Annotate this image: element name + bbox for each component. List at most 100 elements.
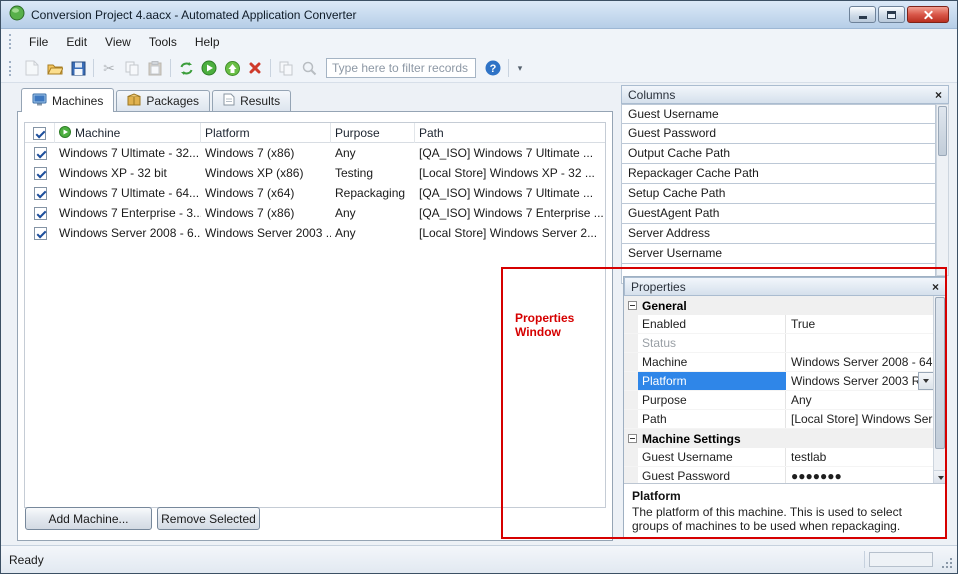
cut-button[interactable]: ✂ — [98, 57, 120, 79]
machine-cell: Windows 7 Ultimate - 64... — [55, 186, 201, 200]
toolbar-grip-handle[interactable] — [9, 61, 12, 76]
platform-cell: Windows 7 (x86) — [201, 206, 331, 220]
add-machine-button[interactable]: Add Machine... — [25, 507, 152, 530]
platform-dropdown-button[interactable] — [918, 372, 934, 390]
column-item[interactable]: Guest Password — [621, 124, 936, 144]
property-name: Enabled — [638, 315, 786, 333]
menu-help[interactable]: Help — [186, 32, 229, 52]
table-row[interactable]: Windows XP - 32 bit Windows XP (x86) Tes… — [25, 163, 605, 183]
new-button[interactable] — [21, 57, 43, 79]
path-column-header[interactable]: Path — [415, 123, 605, 143]
chevron-down-icon — [923, 379, 929, 383]
column-item[interactable]: GuestAgent Path — [621, 204, 936, 224]
table-row[interactable]: Windows 7 Enterprise - 3... Windows 7 (x… — [25, 203, 605, 223]
property-value[interactable]: Any — [786, 391, 934, 409]
help-button[interactable]: ? — [482, 57, 504, 79]
refresh-button[interactable] — [175, 57, 197, 79]
menu-tools[interactable]: Tools — [140, 32, 186, 52]
select-all-checkbox[interactable] — [33, 127, 46, 140]
row-checkbox[interactable] — [34, 207, 47, 220]
group-row-machine-settings[interactable]: Machine Settings — [624, 429, 934, 448]
row-checkbox[interactable] — [34, 147, 47, 160]
columns-panel: Columns × Guest Username Guest Password … — [621, 85, 949, 285]
machine-column-header[interactable]: Machine — [55, 123, 201, 143]
purpose-column-header[interactable]: Purpose — [331, 123, 415, 143]
purpose-cell: Any — [331, 146, 415, 160]
property-row-path[interactable]: Path [Local Store] Windows Ser — [624, 410, 934, 429]
minimize-button[interactable] — [849, 6, 876, 23]
machine-table-header: Machine Platform Purpose Path — [25, 123, 605, 143]
column-item[interactable]: Repackager Cache Path — [621, 164, 936, 184]
column-item[interactable]: Output Cache Path — [621, 144, 936, 164]
tab-packages[interactable]: Packages — [116, 90, 210, 111]
table-row[interactable]: Windows 7 Ultimate - 32... Windows 7 (x8… — [25, 143, 605, 163]
close-icon — [923, 9, 934, 20]
help-icon: ? — [485, 60, 501, 76]
column-item[interactable]: Guest Username — [621, 104, 936, 124]
refresh-arrows-icon — [179, 61, 194, 76]
properties-panel-header[interactable]: Properties × — [624, 277, 946, 296]
table-row[interactable]: Windows 7 Ultimate - 64... Windows 7 (x6… — [25, 183, 605, 203]
save-button[interactable] — [67, 57, 89, 79]
table-row[interactable]: Windows Server 2008 - 6... Windows Serve… — [25, 223, 605, 243]
remove-selected-button[interactable]: Remove Selected — [157, 507, 260, 530]
property-value[interactable]: Windows Server 2003 R — [786, 372, 934, 390]
close-icon[interactable]: × — [932, 280, 939, 294]
stop-button[interactable] — [244, 57, 266, 79]
column-item[interactable]: Server Username — [621, 244, 936, 264]
property-value[interactable]: [Local Store] Windows Ser — [786, 410, 934, 428]
menu-view[interactable]: View — [96, 32, 140, 52]
menu-file[interactable]: File — [20, 32, 57, 52]
run-button[interactable] — [198, 57, 220, 79]
app-window: Conversion Project 4.aacx - Automated Ap… — [0, 0, 958, 574]
property-row-enabled[interactable]: Enabled True — [624, 315, 934, 334]
properties-scrollbar[interactable] — [933, 296, 946, 485]
zoom-button[interactable] — [298, 57, 320, 79]
resize-grip[interactable] — [941, 557, 954, 570]
property-row-status[interactable]: Status — [624, 334, 934, 353]
properties-panel-title: Properties — [631, 280, 686, 294]
filter-records-input[interactable] — [326, 58, 476, 78]
scrollbar-thumb[interactable] — [935, 297, 945, 449]
columns-panel-header[interactable]: Columns × — [621, 85, 949, 104]
property-value[interactable]: True — [786, 315, 934, 333]
maximize-button[interactable] — [878, 6, 905, 23]
property-row-guest-username[interactable]: Guest Username testlab — [624, 448, 934, 467]
column-item[interactable]: Setup Cache Path — [621, 184, 936, 204]
property-row-platform[interactable]: Platform Windows Server 2003 R — [624, 372, 934, 391]
collapse-icon[interactable] — [628, 434, 637, 443]
toolbar-overflow-button[interactable]: ▾ — [513, 57, 527, 79]
property-row-purpose[interactable]: Purpose Any — [624, 391, 934, 410]
menu-edit[interactable]: Edit — [57, 32, 96, 52]
chevron-down-icon — [938, 476, 944, 480]
open-button[interactable] — [44, 57, 66, 79]
scrollbar-thumb[interactable] — [938, 106, 947, 156]
property-value[interactable]: testlab — [786, 448, 934, 466]
properties-panel: Properties × General Enabled True Status… — [623, 276, 947, 539]
collapse-icon[interactable] — [628, 301, 637, 310]
group-row-general[interactable]: General — [624, 296, 934, 315]
close-icon[interactable]: × — [935, 88, 942, 102]
path-cell: [QA_ISO] Windows 7 Ultimate ... — [415, 186, 605, 200]
status-panel — [869, 552, 933, 567]
tab-results[interactable]: Results — [212, 90, 291, 111]
menu-grip-handle[interactable] — [9, 34, 12, 49]
tab-machines[interactable]: Machines — [21, 88, 114, 112]
property-row-machine[interactable]: Machine Windows Server 2008 - 64 — [624, 353, 934, 372]
columns-scrollbar[interactable] — [936, 104, 949, 276]
row-checkbox[interactable] — [34, 167, 47, 180]
title-bar[interactable]: Conversion Project 4.aacx - Automated Ap… — [1, 1, 957, 29]
property-value[interactable]: Windows Server 2008 - 64 — [786, 353, 934, 371]
property-value — [786, 334, 934, 352]
publish-button[interactable] — [221, 57, 243, 79]
paste-button[interactable] — [144, 57, 166, 79]
column-item[interactable]: Server Address — [621, 224, 936, 244]
copy-button[interactable] — [121, 57, 143, 79]
close-button[interactable] — [907, 6, 949, 23]
platform-column-header[interactable]: Platform — [201, 123, 331, 143]
compare-button[interactable] — [275, 57, 297, 79]
row-checkbox[interactable] — [34, 187, 47, 200]
description-title: Platform — [632, 489, 938, 503]
minimize-icon — [859, 16, 867, 19]
row-checkbox[interactable] — [34, 227, 47, 240]
